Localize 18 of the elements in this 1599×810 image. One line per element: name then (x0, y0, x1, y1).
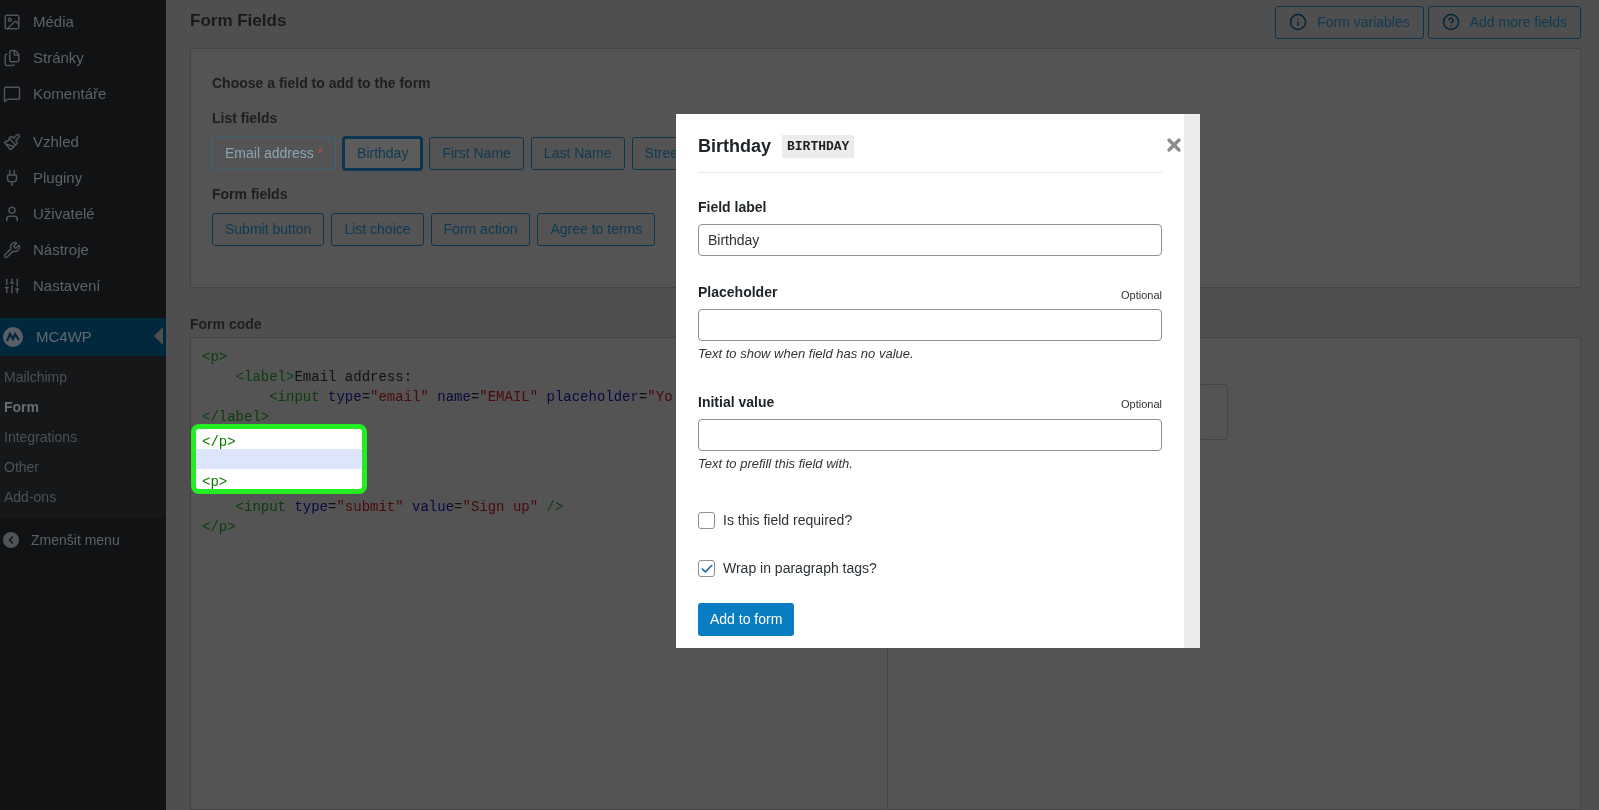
checkbox-label: Wrap in paragraph tags? (723, 559, 877, 578)
code-line: </p> (202, 434, 236, 450)
checkbox-label: Is this field required? (723, 511, 853, 530)
code-line: </p> (202, 519, 236, 535)
field-label: Field label (698, 198, 767, 217)
code-line: <input type="submit" value="Sign up" /> (234, 499, 564, 515)
merge-tag: BIRTHDAY (782, 134, 855, 159)
optional-note: Optional (1121, 397, 1162, 412)
optional-note: Optional (1121, 287, 1162, 303)
modal-title: Birthday (698, 135, 771, 158)
code-line: </label> (202, 409, 270, 425)
field-label: Placeholder (698, 283, 778, 302)
help-text: Text to prefill this field with. (698, 454, 854, 473)
code-line: <label>Email address: (234, 369, 413, 385)
code-line: <p> (202, 474, 228, 490)
field-label: Initial value (698, 392, 775, 412)
code-line: <p> (202, 349, 228, 365)
code-line: <input type="email" name="EMAIL" placeholder="Yo (268, 389, 673, 405)
